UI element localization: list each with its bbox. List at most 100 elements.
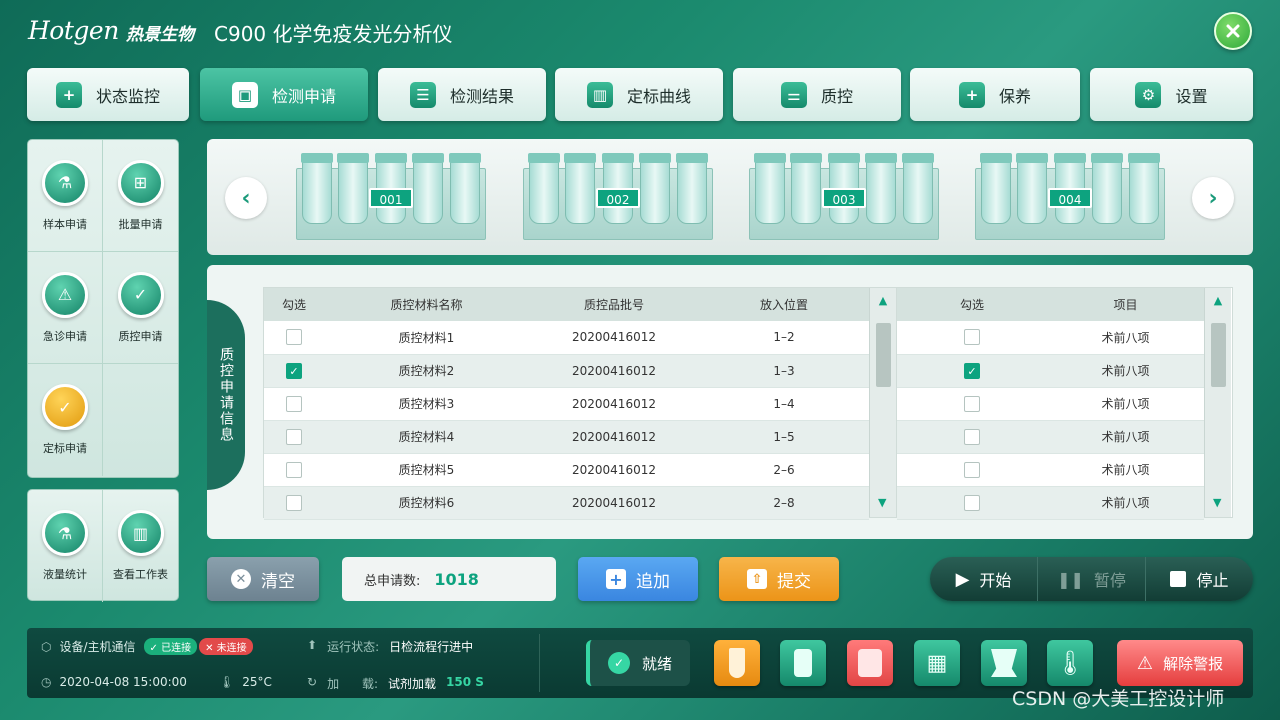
run-value: 日检流程行进中	[389, 640, 474, 654]
row-checkbox[interactable]	[964, 494, 980, 511]
menu-label: 样本申请	[43, 217, 87, 231]
total-requests: 总申请数: 1018	[342, 557, 556, 601]
tab-status-monitor[interactable]: + 状态监控	[27, 68, 189, 121]
tab-label: 检测申请	[271, 86, 336, 106]
pause-button[interactable]: ❚❚ 暂停	[1038, 557, 1146, 601]
row-checkbox[interactable]	[964, 329, 980, 346]
table-row[interactable]: 术前八项	[897, 486, 1204, 520]
tab-test-results[interactable]: ☰ 检测结果	[378, 68, 546, 121]
table-row[interactable]: 质控材料4 20200416012 1–5	[264, 420, 869, 454]
row-checkbox[interactable]	[286, 494, 302, 511]
cuvette-icon: ▦	[926, 650, 948, 676]
rack-label: 002	[596, 188, 640, 208]
tube	[790, 153, 822, 224]
tab-calibration-curve[interactable]: ▥ 定标曲线	[555, 68, 723, 121]
rack-next-button[interactable]: ›	[1192, 177, 1234, 219]
rack-prev-button[interactable]: ‹	[225, 177, 267, 219]
tab-label: 检测结果	[449, 86, 514, 106]
load-label: 加 载:	[327, 677, 378, 691]
menu-calibration-request[interactable]: ✓ 定标申请	[28, 364, 103, 476]
scroll-down-icon[interactable]: ▼	[1213, 496, 1221, 509]
item-name: 术前八项	[1047, 420, 1204, 454]
tip-status[interactable]	[981, 640, 1027, 686]
table-row[interactable]: ✓ 术前八项	[897, 354, 1204, 388]
rack[interactable]: 001	[296, 153, 486, 240]
watermark: CSDN @大美工控设计师	[1012, 688, 1225, 710]
upload-icon: ⇧	[747, 569, 767, 589]
stop-button[interactable]: 停止	[1146, 557, 1253, 601]
qc-position: 1–2	[699, 321, 869, 355]
row-checkbox[interactable]	[286, 395, 302, 412]
scroll-up-icon[interactable]: ▲	[1205, 294, 1231, 307]
temperature-status[interactable]: 🌡	[1047, 640, 1093, 686]
row-checkbox[interactable]	[964, 461, 980, 478]
tab-maintenance[interactable]: + 保养	[910, 68, 1080, 121]
rack[interactable]: 003	[749, 153, 939, 240]
tube	[564, 153, 596, 224]
batch-add-icon: ⊞	[117, 159, 164, 206]
table-row[interactable]: ✓ 质控材料2 20200416012 1–3	[264, 354, 869, 388]
table-row[interactable]: 质控材料3 20200416012 1–4	[264, 387, 869, 421]
rack[interactable]: 004	[975, 153, 1165, 240]
cuvette-status[interactable]: ▦	[914, 640, 960, 686]
item-table-scrollbar[interactable]: ▲ ▼	[1204, 288, 1231, 517]
request-type-menu: ⚗ 样本申请 ⊞ 批量申请 ⚠ 急诊申请 ✓ 质控申请 ✓ 定标申请	[27, 139, 179, 478]
device-title: C900 化学免疫发光分析仪	[214, 22, 453, 46]
tube	[528, 153, 560, 224]
scroll-thumb[interactable]	[876, 323, 891, 387]
menu-batch-request[interactable]: ⊞ 批量申请	[103, 140, 178, 252]
qc-name: 质控材料4	[324, 420, 529, 454]
tip-icon	[991, 649, 1017, 677]
menu-liquid-stats[interactable]: ⚗ 液量统计	[28, 490, 103, 602]
tube	[449, 153, 481, 224]
menu-qc-request[interactable]: ✓ 质控申请	[103, 252, 178, 364]
menu-emergency-request[interactable]: ⚠ 急诊申请	[28, 252, 103, 364]
play-icon: ▶	[955, 568, 970, 590]
tube	[902, 153, 934, 224]
row-checkbox[interactable]	[286, 461, 302, 478]
clear-alarm-button[interactable]: ⚠ 解除警报	[1117, 640, 1243, 686]
chart-icon: ▥	[586, 81, 613, 108]
datetime-value: 2020-04-08 15:00:00	[59, 675, 187, 689]
tab-test-request[interactable]: ▣ 检测申请	[200, 68, 368, 121]
tab-label: 状态监控	[95, 86, 160, 106]
waste-container-status[interactable]	[847, 640, 893, 686]
table-row[interactable]: 术前八项	[897, 387, 1204, 421]
table-row[interactable]: 质控材料5 20200416012 2–6	[264, 453, 869, 487]
rack[interactable]: 002	[523, 153, 713, 240]
comm-status: ⬡ 设备/主机通信 ✓ 已连接 ✕ 未连接	[41, 638, 253, 655]
qc-lot: 20200416012	[529, 354, 699, 388]
menu-label: 液量统计	[43, 568, 87, 581]
table-row[interactable]: 质控材料6 20200416012 2–8	[264, 486, 869, 520]
row-checkbox[interactable]	[286, 428, 302, 445]
col-header: 放入位置	[699, 288, 869, 321]
table-row[interactable]: 术前八项	[897, 321, 1204, 355]
append-button[interactable]: + 追加	[578, 557, 698, 601]
table-row[interactable]: 术前八项	[897, 420, 1204, 454]
scroll-down-icon[interactable]: ▼	[878, 496, 886, 509]
qc-table-scrollbar[interactable]: ▲ ▼	[869, 288, 896, 517]
start-button[interactable]: ▶ 开始	[930, 557, 1038, 601]
check-circle-icon: ✓	[607, 652, 630, 674]
menu-view-worksheet[interactable]: ▥ 查看工作表	[103, 490, 178, 602]
badge-text: 已连接	[161, 643, 192, 654]
table-row[interactable]: 质控材料1 20200416012 1–2	[264, 321, 869, 355]
tab-settings[interactable]: ⚙ 设置	[1090, 68, 1253, 121]
reagent-bottle-status[interactable]	[780, 640, 826, 686]
row-checkbox[interactable]	[964, 428, 980, 445]
row-checkbox[interactable]	[964, 395, 980, 412]
close-button[interactable]	[1214, 12, 1252, 50]
submit-button[interactable]: ⇧ 提交	[719, 557, 839, 601]
row-checkbox[interactable]	[286, 329, 302, 346]
row-checkbox[interactable]: ✓	[964, 362, 980, 379]
row-checkbox[interactable]: ✓	[286, 362, 302, 379]
scroll-thumb[interactable]	[1211, 323, 1226, 387]
sample-tube-status[interactable]	[714, 640, 760, 686]
refresh-icon: ↻	[307, 675, 318, 689]
table-row[interactable]: 术前八项	[897, 453, 1204, 487]
menu-sample-request[interactable]: ⚗ 样本申请	[28, 140, 103, 252]
clear-button[interactable]: ✕ 清空	[207, 557, 319, 601]
tab-quality-control[interactable]: ⚌ 质控	[733, 68, 901, 121]
tab-label: 保养	[998, 86, 1031, 106]
scroll-up-icon[interactable]: ▲	[870, 294, 896, 307]
